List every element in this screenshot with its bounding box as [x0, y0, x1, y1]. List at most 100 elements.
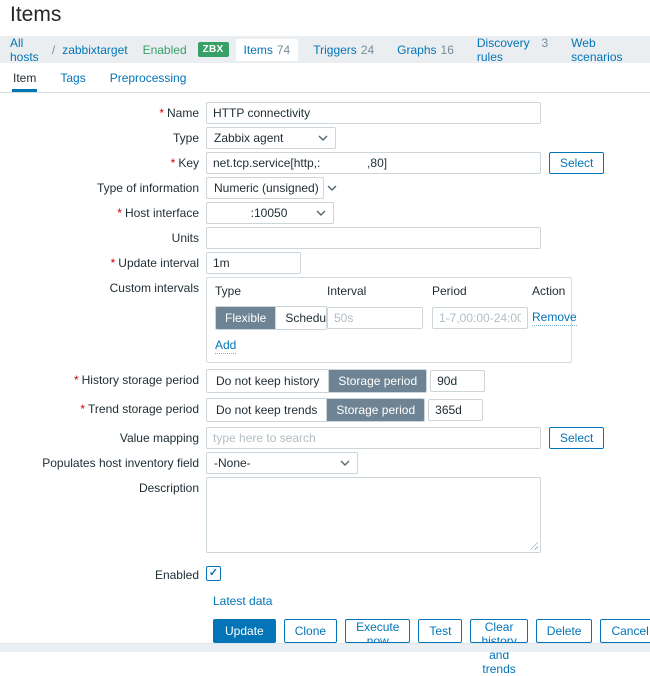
ci-header-action: Action	[532, 284, 577, 299]
page-title: Items	[0, 0, 650, 36]
name-input[interactable]	[206, 102, 541, 124]
description-textarea[interactable]	[206, 477, 541, 553]
inventory-field-select-value: -None-	[214, 456, 251, 470]
trend-storage-period-button[interactable]: Storage period	[327, 399, 424, 421]
form-row-description: Description	[0, 477, 650, 556]
form-row-custom-intervals: Custom intervals Type Interval Period Ac…	[0, 277, 650, 363]
ci-interval-input[interactable]	[327, 307, 423, 329]
ci-type-scheduling-button[interactable]: Scheduling	[276, 307, 327, 329]
host-interface-label: Host interface	[0, 202, 206, 220]
description-label: Description	[0, 477, 206, 495]
key-input[interactable]	[206, 152, 541, 174]
chevron-down-icon	[318, 135, 328, 141]
inventory-field-select[interactable]: -None-	[206, 452, 358, 474]
execute-now-button[interactable]: Execute now	[345, 619, 410, 643]
clone-button[interactable]: Clone	[284, 619, 337, 643]
tab-item[interactable]: Item	[12, 63, 37, 92]
cancel-button[interactable]: Cancel	[600, 619, 650, 643]
host-tab-items-label: Items	[244, 43, 273, 57]
update-button[interactable]: Update	[213, 619, 276, 643]
enabled-checkbox[interactable]: ✓	[206, 566, 221, 581]
value-mapping-input[interactable]	[206, 427, 541, 449]
form-row-enabled: Enabled ✓	[0, 564, 650, 582]
page-footer-strip	[0, 643, 650, 652]
host-interface-select-value: :10050	[214, 206, 287, 220]
ci-header-period: Period	[432, 284, 532, 299]
host-tab-discovery-rules-label: Discovery rules	[477, 36, 538, 64]
form-row-history-storage: History storage period Do not keep histo…	[0, 369, 650, 393]
form-row-units: Units	[0, 227, 650, 249]
host-interface-select[interactable]: :10050	[206, 202, 334, 224]
form-row-value-mapping: Value mapping Select	[0, 427, 650, 449]
host-tab-items[interactable]: Items 74	[236, 39, 299, 61]
ci-header-interval: Interval	[327, 284, 432, 299]
ci-type-flexible-button[interactable]: Flexible	[216, 307, 276, 329]
history-storage-period-button[interactable]: Storage period	[329, 370, 426, 392]
history-do-not-keep-button[interactable]: Do not keep history	[207, 370, 329, 392]
enabled-label: Enabled	[0, 564, 206, 582]
trend-storage-toggle: Do not keep trends Storage period	[206, 398, 425, 422]
type-select-value: Zabbix agent	[214, 131, 283, 145]
chevron-down-icon	[340, 460, 350, 466]
custom-intervals-table: Type Interval Period Action Flexible Sch…	[206, 277, 572, 363]
item-form: Name Type Zabbix agent Key Select Type o…	[0, 93, 650, 643]
units-label: Units	[0, 227, 206, 245]
form-row-type: Type Zabbix agent	[0, 127, 650, 149]
form-row-name: Name	[0, 102, 650, 124]
host-tab-triggers-label: Triggers	[313, 43, 357, 57]
latest-data-row: Latest data	[213, 594, 650, 608]
custom-intervals-label: Custom intervals	[0, 277, 206, 295]
type-label: Type	[0, 127, 206, 145]
host-navigation-bar: All hosts / zabbixtarget Enabled ZBX Ite…	[0, 36, 650, 63]
ci-type-toggle: Flexible Scheduling	[215, 306, 327, 330]
history-storage-label: History storage period	[0, 369, 206, 387]
breadcrumb-host-link[interactable]: zabbixtarget	[62, 43, 127, 57]
units-input[interactable]	[206, 227, 541, 249]
history-storage-input[interactable]	[430, 370, 485, 392]
name-label: Name	[0, 102, 206, 120]
key-label: Key	[0, 152, 206, 170]
key-select-button[interactable]: Select	[549, 152, 604, 174]
breadcrumb-all-hosts-link[interactable]: All hosts	[10, 36, 45, 64]
update-interval-label: Update interval	[0, 252, 206, 270]
host-tab-triggers-count: 24	[361, 43, 374, 57]
trend-storage-input[interactable]	[428, 399, 483, 421]
type-select[interactable]: Zabbix agent	[206, 127, 336, 149]
form-row-trend-storage: Trend storage period Do not keep trends …	[0, 398, 650, 422]
breadcrumb-separator: /	[50, 43, 57, 57]
latest-data-link[interactable]: Latest data	[213, 594, 272, 608]
form-row-update-interval: Update interval	[0, 252, 650, 274]
inventory-field-label: Populates host inventory field	[0, 452, 206, 470]
type-of-information-select-value: Numeric (unsigned)	[214, 181, 319, 195]
host-tab-graphs[interactable]: Graphs 16	[389, 39, 462, 61]
ci-header-type: Type	[215, 284, 327, 299]
type-of-information-select[interactable]: Numeric (unsigned)	[206, 177, 324, 199]
value-mapping-label: Value mapping	[0, 427, 206, 445]
host-status-enabled: Enabled	[143, 43, 187, 57]
tab-tags[interactable]: Tags	[59, 63, 86, 92]
chevron-down-icon	[327, 185, 337, 191]
host-tab-discovery-rules-count: 3	[541, 36, 548, 50]
form-row-key: Key Select	[0, 152, 650, 174]
delete-button[interactable]: Delete	[536, 619, 593, 643]
zbx-agent-badge: ZBX	[198, 42, 229, 57]
form-row-host-interface: Host interface :10050	[0, 202, 650, 224]
form-buttons-row: Update Clone Execute now Test Clear hist…	[213, 619, 650, 643]
form-row-inventory-field: Populates host inventory field -None-	[0, 452, 650, 474]
update-interval-input[interactable]	[206, 252, 301, 274]
ci-add-link[interactable]: Add	[215, 339, 236, 354]
host-tab-graphs-count: 16	[441, 43, 454, 57]
ci-remove-link[interactable]: Remove	[532, 311, 577, 326]
host-tab-triggers[interactable]: Triggers 24	[305, 39, 382, 61]
test-button[interactable]: Test	[418, 619, 462, 643]
ci-period-input[interactable]	[432, 307, 528, 329]
trend-storage-label: Trend storage period	[0, 398, 206, 416]
host-tab-graphs-label: Graphs	[397, 43, 436, 57]
trend-do-not-keep-button[interactable]: Do not keep trends	[207, 399, 327, 421]
chevron-down-icon	[316, 210, 326, 216]
value-mapping-select-button[interactable]: Select	[549, 427, 604, 449]
clear-history-button[interactable]: Clear history and trends	[470, 619, 527, 643]
form-row-type-of-information: Type of information Numeric (unsigned)	[0, 177, 650, 199]
host-tab-items-count: 74	[277, 43, 290, 57]
tab-preprocessing[interactable]: Preprocessing	[109, 63, 188, 92]
